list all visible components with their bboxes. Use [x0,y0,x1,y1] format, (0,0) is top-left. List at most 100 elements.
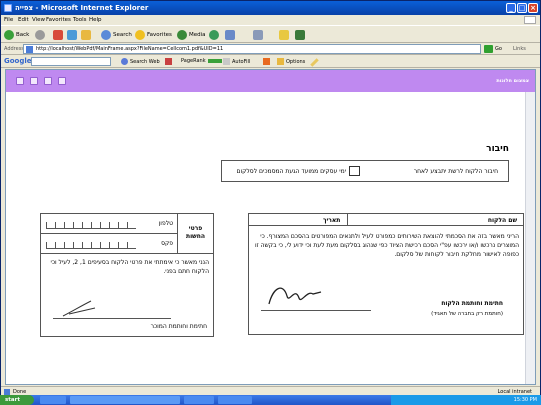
menu-edit[interactable]: Edit [18,17,29,23]
header-divider [347,214,348,225]
seller-details-panel: פרטי החשות טלפון פקס הנני מאשר כי אימתתי… [40,213,214,337]
customer-signature-label: חתימת וחותמת הלקוח [441,300,503,307]
browser-window: צפייה - Microsoft Internet Explorer _ □ … [0,0,541,405]
fax-input[interactable] [46,242,136,249]
taskbar: start 15:30 PM [0,395,541,405]
search-button[interactable]: Search [101,29,132,41]
address-field[interactable]: http://localhost/WebPdf/MainFrame.aspx?F… [23,44,481,54]
google-search-icon [121,58,128,65]
date-label: תאריך [323,217,341,224]
close-button[interactable]: × [528,3,538,13]
minimize-windows-link[interactable]: צמצום חלונות [496,78,529,84]
taskbar-button-2[interactable] [184,396,214,404]
print-icon[interactable] [44,77,52,85]
address-label: Address [4,46,24,52]
menu-help[interactable]: Help [89,17,102,23]
save-icon[interactable] [58,77,66,85]
edit-button[interactable] [279,29,291,41]
menu-tools[interactable]: Tools [73,17,87,23]
autofill-button[interactable]: AutoFill [223,58,250,65]
customer-signature-line [261,310,371,311]
windows-logo-icon [524,16,536,24]
seller-details-title: פרטי החשות [177,214,213,254]
pagerank-bar [207,59,222,63]
quick-launch-bar[interactable] [70,396,180,404]
stop-icon [53,30,63,40]
phone-label: טלפון [158,220,173,227]
options-button[interactable]: Options [277,58,305,65]
media-button[interactable]: Media [177,29,206,41]
back-button[interactable]: Back [4,29,29,41]
mail-button[interactable] [225,29,237,41]
options-icon [277,58,284,65]
history-button[interactable] [209,29,221,41]
search-web-button[interactable]: Search Web [121,58,160,65]
search-icon [101,30,111,40]
go-button[interactable]: Go [495,46,502,52]
favorites-button[interactable]: Favorites [135,29,172,41]
menu-favorites[interactable]: Favorites [46,17,71,23]
home-button[interactable] [81,29,93,41]
start-button[interactable]: start [0,395,34,405]
viewer-toolbar: צמצום חלונות [6,70,535,92]
customer-panel: שם הלקוח תאריך הריני מאשר בזה את הסכמתי … [248,213,524,335]
address-bar: Address http://localhost/WebPdf/MainFram… [1,43,540,55]
menu-file[interactable]: File [4,17,13,23]
customer-signature [268,287,322,305]
popup-icon [263,58,270,65]
google-logo: Google [4,57,32,65]
messenger-button[interactable] [295,29,307,41]
mail-icon [225,30,235,40]
media-icon [177,30,187,40]
forward-arrow-icon [35,30,45,40]
seller-signature-line [53,318,171,319]
customer-name-label: שם הלקוח [487,217,517,224]
seller-signature-label: חתימת וחותמת המוכר [150,323,207,330]
menu-view[interactable]: View [32,17,45,23]
maximize-button[interactable]: □ [517,3,527,13]
taskbar-button-3[interactable] [218,396,252,404]
go-arrow-icon[interactable] [484,45,493,53]
consent-text: חיבור הלקוח לרשת יתבצע לאחר [413,168,498,175]
stop-button[interactable] [53,29,65,41]
consent-text-2: ימי עסקים ממועד הגעת המסמכים לסלקום [236,168,346,175]
ie-icon [4,4,12,12]
print-icon [253,30,263,40]
title-bar: צפייה - Microsoft Internet Explorer _ □ … [1,1,540,15]
seller-signature [62,300,96,317]
view-icon[interactable] [16,77,24,85]
fax-label: פקס [161,240,173,247]
refresh-icon [67,30,77,40]
seller-declaration: הנני מאשר כי אימתתי את פרטי הלקוח בסעיפי… [50,259,210,275]
toolbar: Back Search Favorites Media [1,25,540,43]
print-button[interactable] [253,29,265,41]
business-days-input[interactable] [349,166,360,176]
folder-icon [279,30,289,40]
customer-declaration: הריני מאשר בזה את הסכמתי להוצאת השירותים… [255,233,519,258]
messenger-icon [295,30,305,40]
pencil-button[interactable] [310,58,319,67]
connection-consent-box: חיבור הלקוח לרשת יתבצע לאחר ימי עסקים ממ… [221,160,509,182]
popup-blocker-button[interactable] [263,58,272,65]
history-icon [209,30,219,40]
minimize-button[interactable]: _ [506,3,516,13]
section-heading: חיבור [486,144,509,154]
forward-button[interactable] [35,29,47,41]
clock: 15:30 PM [513,397,537,403]
google-search-input[interactable] [31,57,111,66]
vertical-scrollbar[interactable] [525,92,535,384]
pencil-icon [310,58,319,67]
links-button[interactable]: Links [513,46,526,52]
taskbar-button-1[interactable] [40,396,66,404]
phone-input[interactable] [46,222,136,229]
back-arrow-icon [4,30,14,40]
window-title: צפייה - Microsoft Internet Explorer [15,4,149,12]
refresh-button[interactable] [67,29,79,41]
phone-row: טלפון [40,214,177,234]
pagerank-indicator: PageRank [181,58,224,64]
back-icon[interactable] [30,77,38,85]
home-icon [81,30,91,40]
customer-panel-header: שם הלקוח תאריך [249,214,523,226]
search-site-button[interactable] [165,58,174,65]
menu-bar: File Edit View Favorites Tools Help [1,15,540,25]
